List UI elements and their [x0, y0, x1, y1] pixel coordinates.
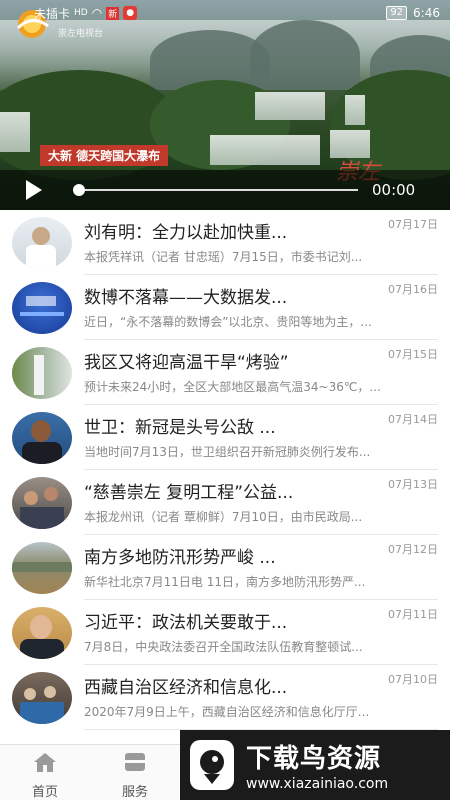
nav-service-label: 服务	[121, 785, 148, 800]
nav-home-label: 首页	[31, 785, 58, 800]
news-item[interactable]: 刘有明：全力以赴加快重... 07月17日 本报凭祥讯（记者 甘忠瑶）7月15日…	[0, 210, 450, 275]
news-summary: 本报凭祥讯（记者 甘忠瑶）7月15日，市委书记刘...	[84, 250, 363, 264]
news-summary: 预计未来24小时，全区大部地区最高气温34~36℃，...	[84, 380, 381, 394]
news-title: 世卫：新冠是头号公敌 ...	[84, 418, 276, 438]
nav-home[interactable]: 首页	[0, 745, 90, 800]
news-summary: 近日，“永不落幕的数博会”以北京、贵阳等地为主，...	[84, 315, 372, 329]
video-player[interactable]: 崇左电视台 大新 德天跨国大瀑布 崇左 00:00	[0, 0, 450, 210]
news-title: 西藏自治区经济和信息化...	[84, 678, 288, 698]
nav-service[interactable]: 服务	[90, 745, 180, 800]
news-item[interactable]: 习近平：政法机关要敢于... 07月11日 7月8日，中央政法委召开全国政法队伍…	[0, 600, 450, 665]
service-icon	[125, 753, 145, 771]
progress-knob[interactable]	[73, 184, 85, 196]
news-title: 我区又将迎高温干旱“烤验”	[84, 353, 289, 373]
news-date: 07月16日	[388, 283, 438, 296]
sim-status: 未插卡	[34, 6, 71, 21]
video-time: 00:00	[372, 181, 416, 199]
download-watermark: 下载鸟资源 www.xiazainiao.com	[180, 730, 450, 800]
news-thumbnail	[12, 411, 72, 464]
news-item[interactable]: “慈善崇左 复明工程”公益... 07月13日 本报龙州讯（记者 覃柳鲜）7月1…	[0, 470, 450, 535]
news-thumbnail	[12, 281, 72, 334]
news-title: “慈善崇左 复明工程”公益...	[84, 483, 294, 503]
watermark-title: 下载鸟资源	[246, 744, 382, 774]
news-title: 南方多地防汛形势严峻 ...	[84, 548, 276, 568]
clock: 6:46	[413, 6, 440, 20]
hd-icon: HD	[74, 8, 88, 18]
news-thumbnail	[12, 671, 72, 724]
record-icon: ●	[123, 6, 138, 20]
news-item[interactable]: 西藏自治区经济和信息化... 07月10日 2020年7月9日上午，西藏自治区经…	[0, 665, 450, 730]
news-title: 刘有明：全力以赴加快重...	[84, 223, 288, 243]
bird-logo-icon	[190, 740, 234, 790]
news-thumbnail	[12, 606, 72, 659]
news-thumbnail	[12, 541, 72, 594]
news-date: 07月15日	[388, 348, 438, 361]
news-date: 07月14日	[388, 413, 438, 426]
news-title: 数博不落幕——大数据发...	[84, 288, 288, 308]
news-summary: 7月8日，中央政法委召开全国政法队伍教育整顿试...	[84, 640, 363, 654]
news-thumbnail	[12, 346, 72, 399]
video-caption: 大新 德天跨国大瀑布	[40, 145, 169, 166]
news-date: 07月17日	[388, 218, 438, 231]
news-thumbnail	[12, 216, 72, 269]
news-thumbnail	[12, 476, 72, 529]
progress-track[interactable]	[73, 184, 358, 196]
news-summary: 2020年7月9日上午，西藏自治区经济和信息化厅厅...	[84, 705, 370, 719]
news-summary: 当地时间7月13日，世卫组织召开新冠肺炎例行发布...	[84, 445, 371, 459]
news-date: 07月13日	[388, 478, 438, 491]
station-name: 崇左电视台	[58, 29, 104, 39]
notification-icon: 新	[106, 6, 120, 20]
battery-indicator: 92	[386, 6, 408, 20]
news-item[interactable]: 世卫：新冠是头号公敌 ... 07月14日 当地时间7月13日，世卫组织召开新冠…	[0, 405, 450, 470]
status-bar: 未插卡 HD ◠ 新 ● 92 6:46	[0, 0, 450, 26]
news-title: 习近平：政法机关要敢于...	[84, 613, 288, 633]
play-icon[interactable]	[26, 180, 42, 200]
app-screen: 崇左电视台 大新 德天跨国大瀑布 崇左 00:00 未插卡 HD ◠ 新 ● 9…	[0, 0, 450, 800]
news-item[interactable]: 我区又将迎高温干旱“烤验” 07月15日 预计未来24小时，全区大部地区最高气温…	[0, 340, 450, 405]
news-date: 07月10日	[388, 673, 438, 686]
news-summary: 本报龙州讯（记者 覃柳鲜）7月10日，由市民政局...	[84, 510, 363, 524]
news-item[interactable]: 南方多地防汛形势严峻 ... 07月12日 新华社北京7月11日电 11日，南方…	[0, 535, 450, 600]
wifi-icon: ◠	[91, 6, 103, 20]
news-item[interactable]: 数博不落幕——大数据发... 07月16日 近日，“永不落幕的数博会”以北京、贵…	[0, 275, 450, 340]
news-date: 07月11日	[388, 608, 438, 621]
video-controls: 00:00	[0, 170, 450, 210]
news-summary: 新华社北京7月11日电 11日，南方多地防汛形势严...	[84, 575, 366, 589]
watermark-url: www.xiazainiao.com	[246, 776, 389, 792]
news-list: 刘有明：全力以赴加快重... 07月17日 本报凭祥讯（记者 甘忠瑶）7月15日…	[0, 210, 450, 744]
news-date: 07月12日	[388, 543, 438, 556]
home-icon	[34, 753, 56, 772]
